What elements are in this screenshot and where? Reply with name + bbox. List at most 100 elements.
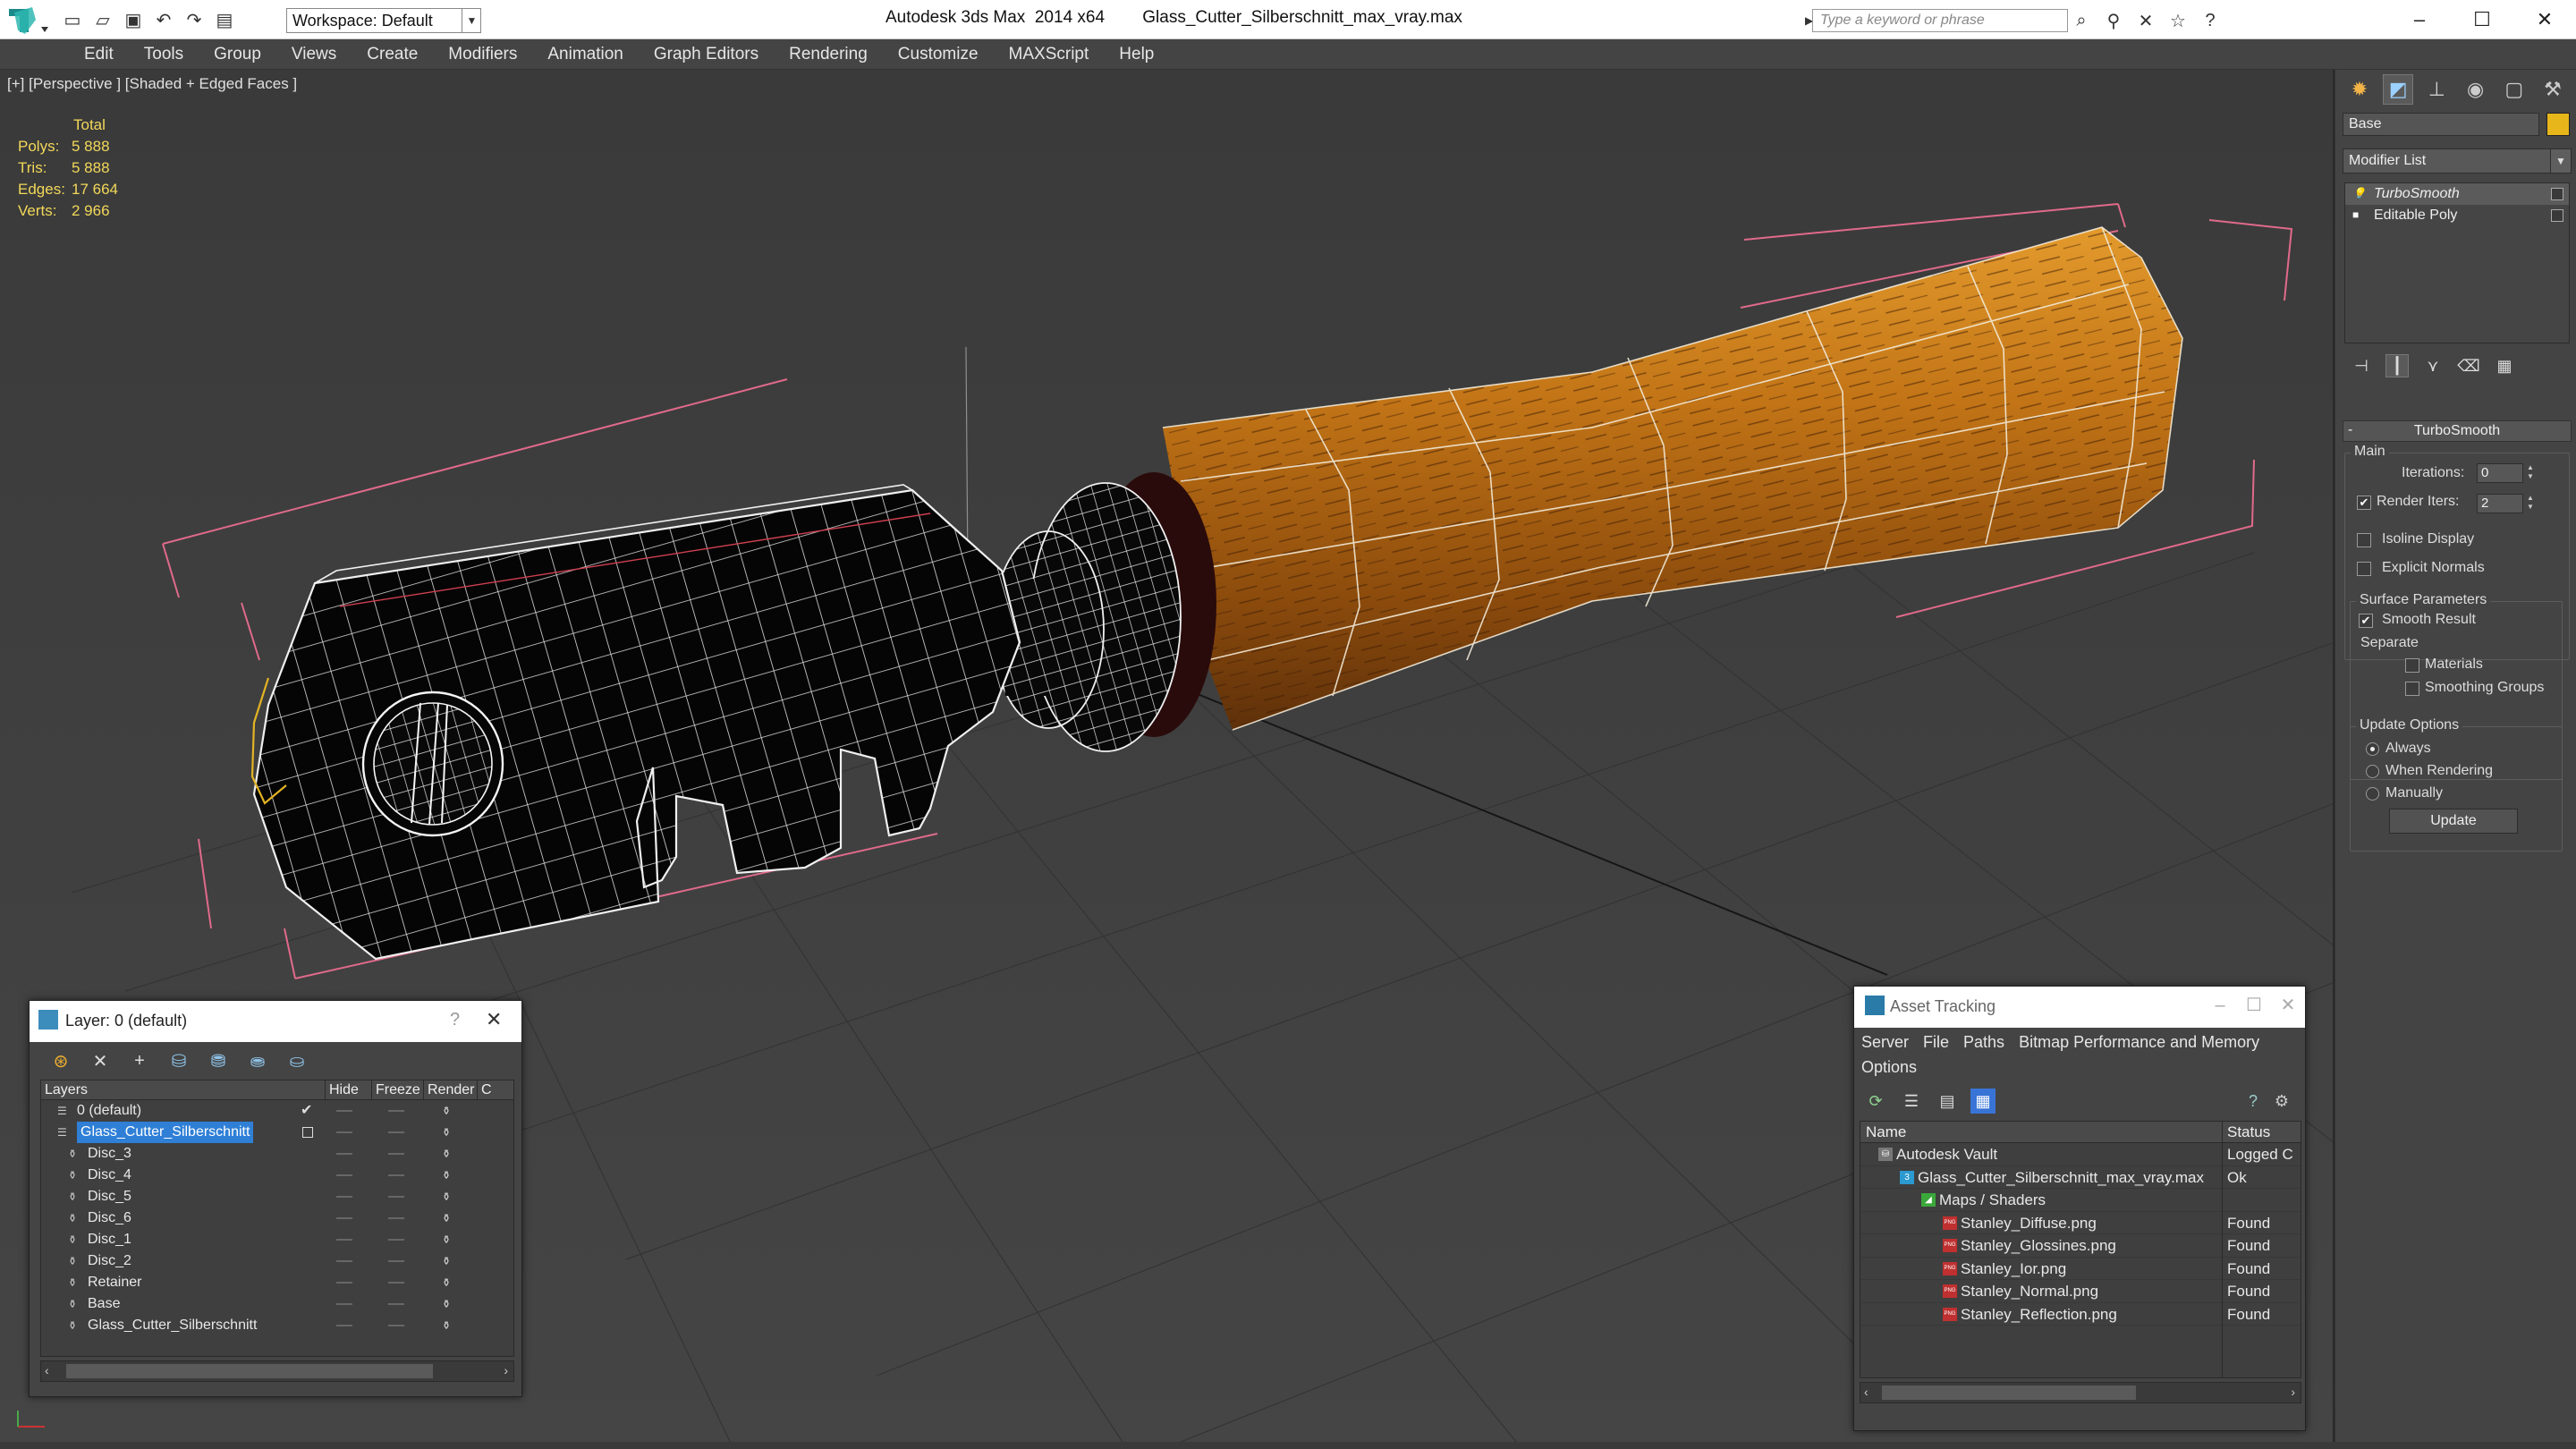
viewport-label[interactable]: [+] [Perspective ] [Shaded + Edged Faces… <box>7 75 297 93</box>
layer-row[interactable]: ⚱ Glass_Cutter_Silberschnitt ⚱ <box>41 1315 513 1336</box>
add-to-layer-icon[interactable]: + <box>126 1047 153 1074</box>
freeze-toggle[interactable] <box>388 1174 404 1176</box>
layer-window-titlebar[interactable]: Layer: 0 (default) ? ✕ <box>30 1001 521 1042</box>
manually-radio[interactable] <box>2366 787 2379 801</box>
layer-name[interactable]: Disc_3 <box>88 1143 131 1165</box>
display-tab-icon[interactable]: ▢ <box>2499 74 2529 105</box>
freeze-toggle[interactable] <box>388 1196 404 1198</box>
utilities-tab-icon[interactable]: ⚒ <box>2538 74 2568 105</box>
layer-row[interactable]: ⚱ Disc_3 ⚱ <box>41 1143 513 1165</box>
asset-row[interactable]: PNG Stanley_Diffuse.png Found <box>1860 1212 2301 1234</box>
hide-toggle[interactable] <box>336 1110 352 1112</box>
menu-graph-editors[interactable]: Graph Editors <box>640 39 775 70</box>
layer-row[interactable]: ⚱ Disc_6 ⚱ <box>41 1208 513 1229</box>
chevron-down-icon[interactable]: ▼ <box>2550 148 2572 174</box>
expand-plus-icon[interactable]: ■ <box>2352 208 2365 221</box>
modifier-toggle-box[interactable] <box>2551 209 2563 222</box>
layer-name[interactable]: Glass_Cutter_Silberschnitt <box>77 1122 254 1143</box>
hide-toggle[interactable] <box>336 1260 352 1262</box>
hide-toggle[interactable] <box>336 1131 352 1133</box>
render-toggle-icon[interactable]: ⚱ <box>442 1298 456 1310</box>
layer-row[interactable]: ☰ Glass_Cutter_Silberschnitt ⚱ <box>41 1122 513 1143</box>
render-iters-spinner[interactable]: 2 <box>2477 494 2523 513</box>
redo-icon[interactable]: ↷ <box>181 6 208 33</box>
app-logo-icon[interactable] <box>5 4 52 38</box>
freeze-toggle[interactable] <box>388 1282 404 1284</box>
scroll-right-icon[interactable]: › <box>2291 1385 2295 1399</box>
hide-toggle[interactable] <box>336 1196 352 1198</box>
layer-name[interactable]: Glass_Cutter_Silberschnitt <box>88 1315 257 1336</box>
column-hide[interactable]: Hide <box>326 1080 372 1099</box>
hierarchy-tab-icon[interactable]: ⊥ <box>2421 74 2452 105</box>
make-current-box[interactable] <box>302 1127 313 1138</box>
layer-name[interactable]: Base <box>88 1293 120 1315</box>
layer-row[interactable]: ⚱ Disc_5 ⚱ <box>41 1186 513 1208</box>
modifier-stack-item[interactable]: 💡 TurboSmooth <box>2345 183 2569 205</box>
hide-toggle[interactable] <box>336 1174 352 1176</box>
asset-menu-bitmap[interactable]: Bitmap Performance and Memory <box>2019 1030 2259 1055</box>
open-file-icon[interactable]: ▱ <box>89 6 116 33</box>
make-current-icon[interactable]: ⛂ <box>244 1047 271 1074</box>
project-folder-icon[interactable]: ▤ <box>211 6 238 33</box>
menu-animation[interactable]: Animation <box>533 39 640 70</box>
layer-row[interactable]: ⚱ Retainer ⚱ <box>41 1272 513 1293</box>
hide-toggle[interactable] <box>336 1239 352 1241</box>
layer-name[interactable]: Disc_5 <box>88 1186 131 1208</box>
when-rendering-radio[interactable] <box>2366 765 2379 778</box>
asset-menu-server[interactable]: Server <box>1861 1030 1909 1055</box>
layer-name[interactable]: Disc_2 <box>88 1250 131 1272</box>
layer-row[interactable]: ⚱ Disc_4 ⚱ <box>41 1165 513 1186</box>
rollout-header[interactable]: TurboSmooth <box>2343 420 2572 442</box>
freeze-toggle[interactable] <box>388 1153 404 1155</box>
help-icon[interactable]: ? <box>2241 1089 2266 1114</box>
smooth-result-checkbox[interactable]: ✔ <box>2359 614 2373 628</box>
asset-menu-paths[interactable]: Paths <box>1963 1030 2004 1055</box>
column-status[interactable]: Status <box>2227 1122 2270 1143</box>
new-layer-icon[interactable]: ⊛ <box>47 1047 74 1074</box>
column-layers[interactable]: Layers <box>41 1080 326 1099</box>
select-objects-icon[interactable]: ⛁ <box>165 1047 192 1074</box>
menu-customize[interactable]: Customize <box>884 39 995 70</box>
asset-row[interactable]: 3 Glass_Cutter_Silberschnitt_max_vray.max… <box>1860 1166 2301 1189</box>
current-layer-check-icon[interactable]: ✔ <box>301 1100 312 1122</box>
column-name[interactable]: Name <box>1866 1122 1906 1143</box>
close-icon[interactable]: ✕ <box>2278 992 2298 1019</box>
horizontal-scrollbar[interactable]: ‹ › <box>1860 1382 2301 1403</box>
render-toggle-icon[interactable]: ⚱ <box>442 1255 456 1267</box>
help-icon[interactable]: ? <box>2197 7 2224 34</box>
spinner-arrows-icon[interactable]: ▲ ▼ <box>2525 494 2536 513</box>
freeze-toggle[interactable] <box>388 1131 404 1133</box>
asset-row[interactable]: ⛁ Autodesk Vault Logged C <box>1860 1143 2301 1166</box>
delete-layer-icon[interactable]: ✕ <box>87 1047 114 1074</box>
freeze-toggle[interactable] <box>388 1303 404 1305</box>
layer-name[interactable]: 0 (default) <box>77 1100 141 1122</box>
render-toggle-icon[interactable]: ⚱ <box>442 1126 456 1139</box>
render-toggle-icon[interactable]: ⚱ <box>442 1191 456 1203</box>
render-toggle-icon[interactable]: ⚱ <box>442 1233 456 1246</box>
spinner-arrows-icon[interactable]: ▲ ▼ <box>2525 463 2536 483</box>
iterations-spinner[interactable]: 0 <box>2477 463 2523 483</box>
exchange-icon[interactable]: ✕ <box>2132 7 2159 34</box>
maximize-icon[interactable]: ☐ <box>2244 992 2264 1019</box>
communication-icon[interactable]: ⚲ <box>2100 7 2127 34</box>
freeze-toggle[interactable] <box>388 1110 404 1112</box>
list-view-icon[interactable]: ☰ <box>1899 1089 1924 1114</box>
hide-toggle[interactable] <box>336 1325 352 1326</box>
select-layer-icon[interactable]: ⛃ <box>205 1047 232 1074</box>
layer-name[interactable]: Retainer <box>88 1272 141 1293</box>
modifier-stack-item[interactable]: ■ Editable Poly <box>2345 205 2569 226</box>
asset-row[interactable]: PNG Stanley_Ior.png Found <box>1860 1258 2301 1280</box>
materials-checkbox[interactable] <box>2405 658 2419 673</box>
create-tab-icon[interactable]: ✹ <box>2344 74 2375 105</box>
column-render[interactable]: Render <box>424 1080 478 1099</box>
close-icon[interactable]: ✕ <box>2513 0 2576 39</box>
asset-menu-options[interactable]: Options <box>1861 1055 1917 1080</box>
menu-group[interactable]: Group <box>199 39 277 70</box>
motion-tab-icon[interactable]: ◉ <box>2461 74 2491 105</box>
menu-edit[interactable]: Edit <box>70 39 130 70</box>
new-file-icon[interactable]: ▭ <box>59 6 86 33</box>
save-file-icon[interactable]: ▣ <box>120 6 147 33</box>
render-iters-checkbox[interactable]: ✔ <box>2357 496 2371 510</box>
column-divider[interactable] <box>2222 1122 2223 1377</box>
object-name-field[interactable]: Base <box>2343 113 2539 136</box>
